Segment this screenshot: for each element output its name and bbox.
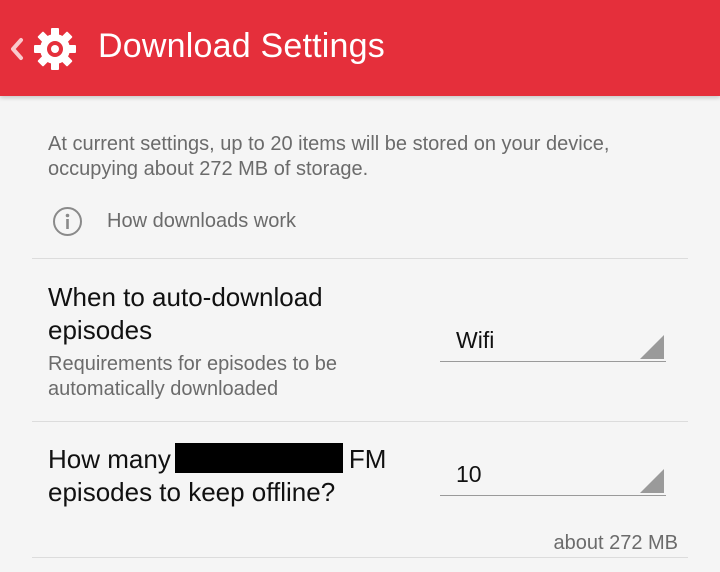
dropdown-arrow-icon: [640, 469, 664, 493]
auto-download-title: When to auto-download episodes: [48, 282, 323, 345]
episodes-title-line2: episodes to keep offline?: [48, 477, 336, 507]
auto-download-spinner[interactable]: Wifi: [440, 318, 666, 362]
divider: [32, 421, 688, 422]
how-downloads-work-link[interactable]: How downloads work: [52, 205, 296, 237]
episodes-to-keep-title: How many FM episodes to keep offline?: [48, 443, 448, 509]
gear-icon[interactable]: [32, 26, 78, 72]
redacted-name: [174, 443, 343, 473]
divider: [32, 258, 688, 259]
episodes-title-prefix: How many: [48, 444, 171, 474]
divider: [32, 557, 688, 558]
storage-summary: At current settings, up to 20 items will…: [48, 133, 610, 180]
episodes-to-keep-spinner[interactable]: 10: [440, 452, 666, 496]
page-title: Download Settings: [98, 27, 385, 65]
episodes-to-keep-value: 10: [456, 461, 482, 487]
storage-size-note: about 272 MB: [553, 532, 678, 554]
dropdown-arrow-icon: [640, 335, 664, 359]
settings-content: At current settings, up to 20 items will…: [0, 96, 720, 572]
app-bar: Download Settings: [0, 0, 720, 96]
info-icon: [53, 206, 82, 236]
episodes-title-suffix: FM: [348, 444, 387, 474]
how-downloads-work-label: How downloads work: [107, 209, 296, 232]
auto-download-description: Requirements for episodes to be automati…: [48, 353, 338, 400]
auto-download-value: Wifi: [456, 327, 495, 353]
chevron-left-icon[interactable]: [8, 34, 26, 64]
